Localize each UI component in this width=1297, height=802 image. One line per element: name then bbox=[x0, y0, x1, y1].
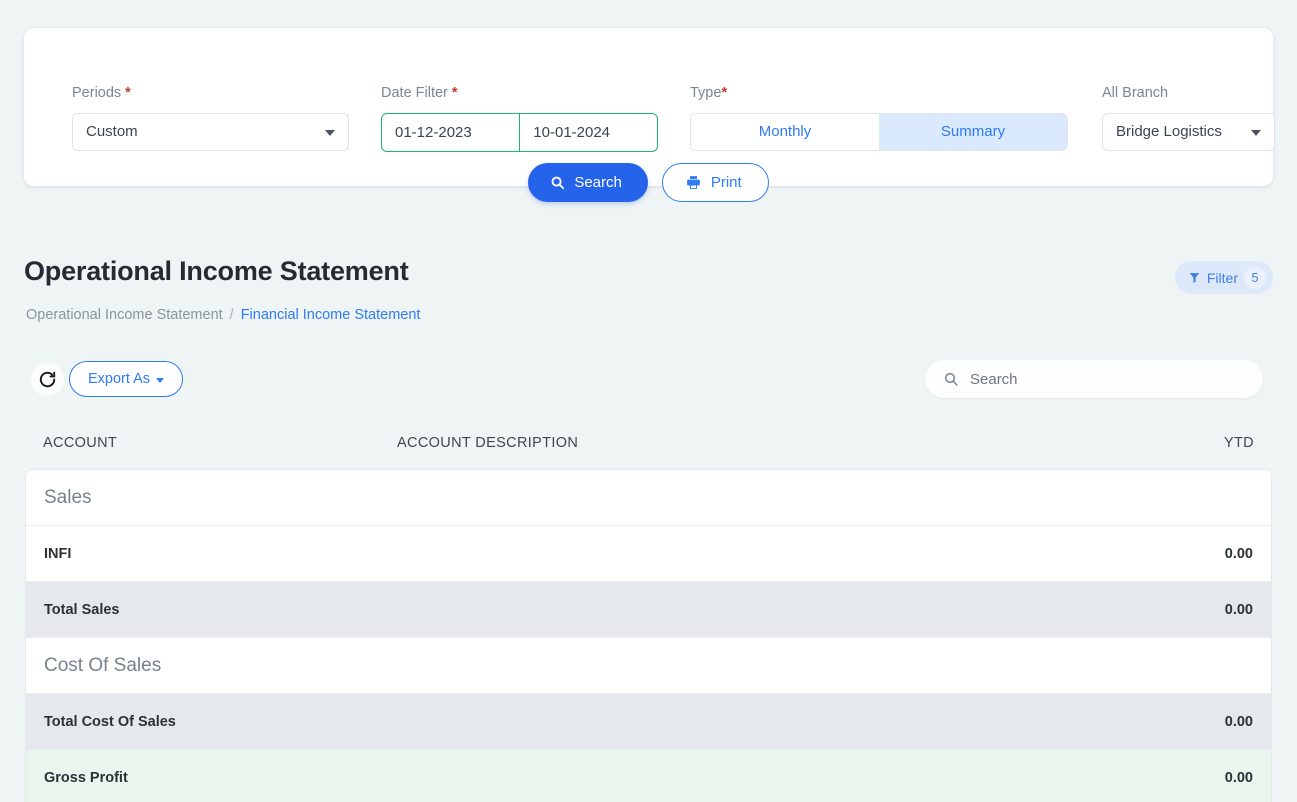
date-to-input[interactable] bbox=[520, 113, 657, 151]
table-row[interactable]: Total Sales 0.00 bbox=[26, 582, 1271, 638]
print-button[interactable]: Print bbox=[661, 163, 769, 202]
periods-value: Custom bbox=[86, 123, 138, 140]
type-toggle-group: Monthly Summary bbox=[690, 112, 1068, 151]
chevron-down-icon bbox=[325, 129, 335, 136]
chevron-down-icon bbox=[156, 377, 165, 383]
date-filter-field: Date Filter * bbox=[381, 86, 658, 152]
date-range-group bbox=[381, 112, 658, 152]
type-option-summary[interactable]: Summary bbox=[879, 113, 1067, 150]
required-asterisk: * bbox=[451, 85, 458, 101]
row-account: INFI bbox=[44, 545, 72, 562]
row-ytd-value: 0.00 bbox=[1224, 545, 1253, 562]
refresh-button[interactable] bbox=[31, 363, 64, 396]
date-filter-label: Date Filter * bbox=[381, 85, 458, 101]
export-as-button[interactable]: Export As bbox=[69, 361, 184, 397]
type-option-monthly[interactable]: Monthly bbox=[691, 113, 879, 150]
filter-badge[interactable]: Filter 5 bbox=[1174, 261, 1273, 294]
column-header-ytd: YTD bbox=[1223, 435, 1254, 451]
filter-badge-count: 5 bbox=[1244, 266, 1266, 289]
table-body: Sales INFI 0.00 Total Sales 0.00 Cost Of Sale… bbox=[25, 469, 1272, 802]
column-header-account-description: ACCOUNT DESCRIPTION bbox=[397, 435, 579, 451]
print-button-label: Print bbox=[710, 174, 742, 191]
row-ytd-value: 0.00 bbox=[1224, 601, 1253, 618]
required-asterisk: * bbox=[125, 85, 131, 101]
branch-field: All Branch Bridge Logistics bbox=[1102, 86, 1275, 151]
required-asterisk: * bbox=[721, 85, 728, 101]
search-button-label: Search bbox=[574, 174, 622, 191]
type-label: Type* bbox=[690, 85, 728, 101]
table-row[interactable]: Gross Profit 0.00 bbox=[26, 750, 1271, 802]
date-from-input[interactable] bbox=[382, 113, 519, 151]
periods-label: Periods * bbox=[72, 85, 131, 101]
breadcrumb: Operational Income Statement / Financial… bbox=[26, 307, 420, 323]
search-icon bbox=[550, 175, 565, 190]
export-as-label: Export As bbox=[88, 371, 151, 387]
table-search-box[interactable] bbox=[925, 360, 1263, 398]
row-account: Total Sales bbox=[44, 601, 120, 618]
search-icon bbox=[943, 371, 959, 387]
branch-value: Bridge Logistics bbox=[1116, 123, 1222, 140]
filter-badge-label: Filter bbox=[1206, 269, 1238, 286]
branch-select[interactable]: Bridge Logistics bbox=[1102, 112, 1275, 151]
page-title: Operational Income Statement bbox=[24, 256, 409, 286]
table-row[interactable]: INFI 0.00 bbox=[26, 526, 1271, 582]
breadcrumb-current[interactable]: Financial Income Statement bbox=[241, 307, 421, 323]
funnel-icon bbox=[1188, 271, 1201, 284]
row-account: Gross Profit bbox=[44, 769, 128, 786]
column-header-account: ACCOUNT bbox=[43, 435, 118, 451]
table-row[interactable]: Sales bbox=[26, 470, 1271, 526]
periods-select[interactable]: Custom bbox=[72, 112, 349, 151]
row-ytd-value: 0.00 bbox=[1224, 769, 1253, 786]
table-row[interactable]: Cost Of Sales bbox=[26, 638, 1271, 694]
table-header-row: ACCOUNT ACCOUNT DESCRIPTION YTD bbox=[25, 435, 1272, 451]
chevron-down-icon bbox=[1251, 129, 1261, 136]
table-search-input[interactable] bbox=[970, 370, 1245, 388]
row-group-label: Cost Of Sales bbox=[44, 654, 162, 676]
refresh-icon bbox=[38, 370, 57, 389]
printer-icon bbox=[685, 174, 702, 191]
periods-field: Periods * Custom bbox=[72, 86, 349, 151]
search-button[interactable]: Search bbox=[528, 163, 648, 202]
filter-actions: Search Print bbox=[0, 163, 1297, 202]
breadcrumb-separator: / bbox=[229, 307, 234, 323]
breadcrumb-root: Operational Income Statement bbox=[26, 307, 223, 323]
row-ytd-value: 0.00 bbox=[1224, 713, 1253, 730]
branch-label: All Branch bbox=[1102, 85, 1169, 101]
row-account: Total Cost Of Sales bbox=[44, 713, 176, 730]
row-group-label: Sales bbox=[44, 486, 92, 508]
type-field: Type* Monthly Summary bbox=[690, 86, 1068, 151]
table-row[interactable]: Total Cost Of Sales 0.00 bbox=[26, 694, 1271, 750]
